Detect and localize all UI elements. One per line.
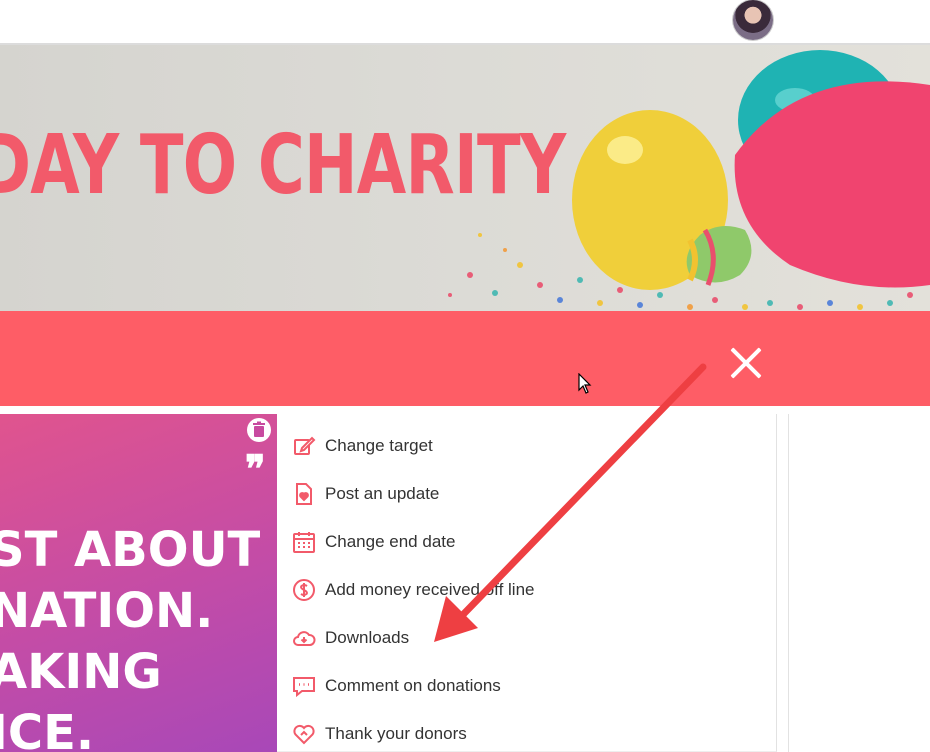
mouse-cursor-icon [578,373,592,394]
menu-item-label: Change end date [325,532,456,551]
quote-icon: ❞ [245,446,266,491]
menu-item-change-end-date[interactable]: Change end date [291,527,455,557]
campaign-actions-menu: Change target Post an update Change end … [277,414,777,752]
menu-item-label: Comment on donations [325,676,501,695]
dollar-circle-icon [291,577,317,603]
cloud-download-icon [291,625,317,651]
card-line: ICE. [0,705,95,752]
heart-icon [291,721,317,747]
document-heart-icon [291,481,317,507]
action-header-bar [0,311,930,406]
menu-item-label: Change target [325,436,433,455]
card-line: ST ABOUT [0,522,261,578]
menu-item-comment-donations[interactable]: Comment on donations [291,671,501,701]
menu-item-label: Thank your donors [325,724,467,743]
trash-icon[interactable] [247,418,271,442]
menu-shadow-edge [777,414,789,752]
menu-item-post-update[interactable]: Post an update [291,479,439,509]
top-navigation-bar [0,0,930,45]
calendar-icon [291,529,317,555]
comment-icon [291,673,317,699]
menu-item-downloads[interactable]: Downloads [291,623,409,653]
menu-item-add-money-offline[interactable]: Add money received off line [291,575,534,605]
menu-item-thank-donors[interactable]: Thank your donors [291,719,467,749]
campaign-card: ST ABOUT NATION. AKING ICE. [0,414,277,752]
menu-item-label: Downloads [325,628,410,647]
card-headline: ST ABOUT NATION. AKING ICE. [0,520,260,752]
campaign-banner-image: DAY TO CHARITY [0,45,930,311]
card-line: NATION. [0,583,214,639]
edit-icon [291,433,317,459]
close-icon[interactable] [727,344,765,382]
card-line: AKING [0,644,162,700]
avatar[interactable] [733,0,773,40]
menu-item-change-target[interactable]: Change target [291,431,433,461]
menu-item-label: Add money received off line [325,580,535,599]
menu-item-label: Post an update [325,484,440,503]
balloons-image [448,50,930,310]
